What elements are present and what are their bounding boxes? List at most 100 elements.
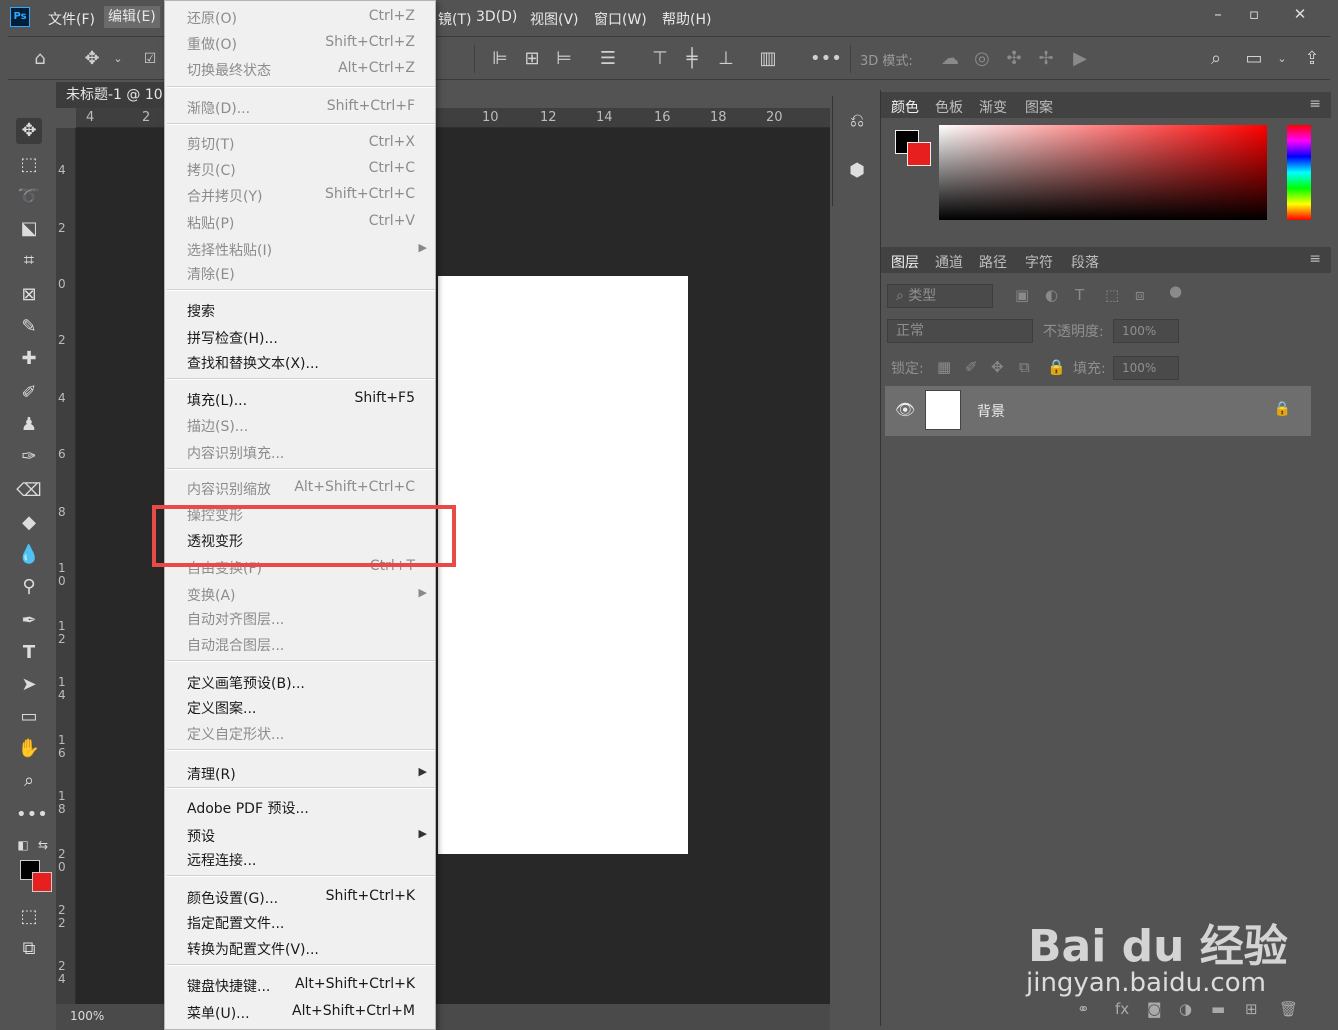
orbit-3d-icon[interactable]: ☁ <box>938 47 962 71</box>
tab-gradients[interactable]: 渐变 <box>979 97 1007 117</box>
trash-icon[interactable]: 🗑 <box>1279 1000 1298 1018</box>
align-right-icon[interactable]: ⊨ <box>552 47 576 71</box>
menu-item-presets[interactable]: 预设 ▶ <box>165 823 435 847</box>
menu-item-define-shape[interactable]: 定义自定形状... <box>165 721 435 745</box>
properties-3d-icon[interactable]: ⬢ <box>845 160 869 186</box>
fill-input[interactable]: 100% <box>1113 356 1179 380</box>
pan-3d-icon[interactable]: ✣ <box>1002 47 1026 71</box>
shape-filter-icon[interactable]: ⬚ <box>1105 286 1119 304</box>
eye-icon[interactable]: 👁 <box>895 400 915 419</box>
smart-object-filter-icon[interactable]: ⧈ <box>1135 286 1145 304</box>
distribute-icon[interactable]: ☰ <box>596 47 620 71</box>
move-tool-icon[interactable]: ✥ <box>16 118 42 144</box>
background-color-swatch[interactable] <box>907 142 931 166</box>
camera-3d-icon[interactable]: ▶ <box>1068 47 1092 71</box>
new-layer-icon[interactable]: ⊞ <box>1245 1000 1258 1018</box>
filter-toggle-icon[interactable]: ● <box>1169 282 1182 300</box>
menu-item-undo[interactable]: 还原(O) Ctrl+Z <box>165 5 435 29</box>
pen-tool-icon[interactable]: ✒ <box>16 608 42 634</box>
menu-item-define-pattern[interactable]: 定义图案... <box>165 695 435 719</box>
menu-item-paste[interactable]: 粘贴(P) Ctrl+V <box>165 210 435 234</box>
tab-color[interactable]: 颜色 <box>891 97 919 117</box>
lock-all-icon[interactable]: 🔒 <box>1047 358 1066 376</box>
menu-item-content-aware-fill[interactable]: 内容识别填充... <box>165 440 435 464</box>
object-select-tool-icon[interactable]: ⬕ <box>16 216 42 242</box>
opacity-input[interactable]: 100% <box>1113 319 1179 343</box>
layer-mask-icon[interactable]: ◙ <box>1147 1000 1162 1018</box>
slide-3d-icon[interactable]: ✢ <box>1034 47 1058 71</box>
blend-mode-select[interactable]: 正常 <box>887 319 1033 343</box>
history-panel-icon[interactable]: ⎌ <box>845 110 869 136</box>
distribute-vertical-icon[interactable]: ▥ <box>756 47 780 71</box>
adjustment-filter-icon[interactable]: ◐ <box>1045 286 1058 304</box>
lock-position-icon[interactable]: ✥ <box>991 358 1004 376</box>
blur-tool-icon[interactable]: 💧 <box>16 542 42 568</box>
dodge-tool-icon[interactable]: ⚲ <box>16 574 42 600</box>
zoom-tool-icon[interactable]: ⌕ <box>16 768 42 794</box>
healing-brush-icon[interactable]: ✚ <box>16 346 42 372</box>
menu-item-convert-profile[interactable]: 转换为配置文件(V)... <box>165 936 435 960</box>
roll-3d-icon[interactable]: ◎ <box>970 47 994 71</box>
panel-menu-icon[interactable]: ≡ <box>1309 251 1321 267</box>
menu-item-paste-special[interactable]: 选择性粘贴(I) ▶ <box>165 237 435 261</box>
quick-mask-icon[interactable]: ⬚ <box>16 904 42 930</box>
menu-item-assign-profile[interactable]: 指定配置文件... <box>165 910 435 934</box>
path-select-icon[interactable]: ➤ <box>16 672 42 698</box>
align-top-icon[interactable]: ⊤ <box>648 47 672 71</box>
menu-3d[interactable]: 3D(D) <box>476 9 517 25</box>
link-layers-icon[interactable]: ⚭ <box>1077 1000 1090 1018</box>
image-filter-icon[interactable]: ▣ <box>1015 286 1029 304</box>
folder-icon[interactable]: ▬ <box>1211 1000 1225 1018</box>
share-icon[interactable]: ⇪ <box>1300 47 1324 71</box>
panel-menu-icon[interactable]: ≡ <box>1309 96 1321 112</box>
more-tools-icon[interactable]: ••• <box>16 802 48 828</box>
menu-help[interactable]: 帮助(H) <box>662 9 711 29</box>
menu-item-toggle-last-state[interactable]: 切换最终状态 Alt+Ctrl+Z <box>165 57 435 81</box>
align-left-icon[interactable]: ⊫ <box>488 47 512 71</box>
tab-patterns[interactable]: 图案 <box>1025 97 1053 117</box>
menu-item-pdf-presets[interactable]: Adobe PDF 预设... <box>165 795 435 819</box>
menu-item-purge[interactable]: 清理(R) ▶ <box>165 761 435 785</box>
menu-item-search[interactable]: 搜索 <box>165 298 435 322</box>
chevron-down-icon[interactable]: ⌄ <box>106 47 130 71</box>
screen-mode-icon[interactable]: ⧉ <box>16 936 42 962</box>
tab-paths[interactable]: 路径 <box>979 252 1007 272</box>
brush-tool-icon[interactable]: ✐ <box>16 380 42 406</box>
menu-item-menus[interactable]: 菜单(U)... Alt+Shift+Ctrl+M <box>165 1000 435 1024</box>
type-tool-icon[interactable]: T <box>16 640 42 666</box>
menu-item-fill[interactable]: 填充(L)... Shift+F5 <box>165 387 435 411</box>
layer-filter-select[interactable]: ⌕ 类型 <box>887 284 993 308</box>
lock-icon[interactable]: 🔒 <box>1274 401 1291 417</box>
history-brush-icon[interactable]: ✑ <box>16 444 42 470</box>
hue-slider[interactable] <box>1287 125 1311 220</box>
paint-bucket-icon[interactable]: ◆ <box>16 510 42 536</box>
tab-channels[interactable]: 通道 <box>935 252 963 272</box>
menu-item-content-aware-scale[interactable]: 内容识别缩放 Alt+Shift+Ctrl+C <box>165 476 435 500</box>
fx-icon[interactable]: fx <box>1115 1000 1129 1018</box>
hand-tool-icon[interactable]: ✋ <box>16 736 42 762</box>
menu-filter[interactable]: 镜(T) <box>438 9 471 29</box>
background-color-swatch[interactable] <box>32 872 52 892</box>
adjustment-layer-icon[interactable]: ◑ <box>1179 1000 1192 1018</box>
menu-item-find-replace[interactable]: 查找和替换文本(X)... <box>165 350 435 374</box>
stamp-tool-icon[interactable]: ♟ <box>16 412 42 438</box>
tab-character[interactable]: 字符 <box>1025 252 1053 272</box>
menu-item-copy[interactable]: 拷贝(C) Ctrl+C <box>165 157 435 181</box>
align-middle-icon[interactable]: ╪ <box>680 47 704 71</box>
lock-image-icon[interactable]: ✐ <box>965 358 978 376</box>
menu-item-stroke[interactable]: 描边(S)... <box>165 413 435 437</box>
tab-layers[interactable]: 图层 <box>891 252 919 272</box>
swap-colors-icon[interactable]: ⇆ <box>30 832 56 858</box>
menu-item-transform[interactable]: 变换(A) ▶ <box>165 582 435 606</box>
marquee-tool-icon[interactable]: ⬚ <box>16 152 42 178</box>
zoom-level[interactable]: 100% <box>70 1009 104 1023</box>
tab-paragraph[interactable]: 段落 <box>1071 252 1099 272</box>
menu-view[interactable]: 视图(V) <box>530 9 579 29</box>
menu-item-clear[interactable]: 清除(E) <box>165 261 435 285</box>
rectangle-tool-icon[interactable]: ▭ <box>16 704 42 730</box>
auto-select-checkbox[interactable]: ☑ <box>138 47 162 71</box>
document-canvas[interactable] <box>438 276 688 854</box>
menu-item-copy-merged[interactable]: 合并拷贝(Y) Shift+Ctrl+C <box>165 183 435 207</box>
menu-item-auto-blend-layers[interactable]: 自动混合图层... <box>165 632 435 656</box>
align-bottom-icon[interactable]: ⊥ <box>714 47 738 71</box>
